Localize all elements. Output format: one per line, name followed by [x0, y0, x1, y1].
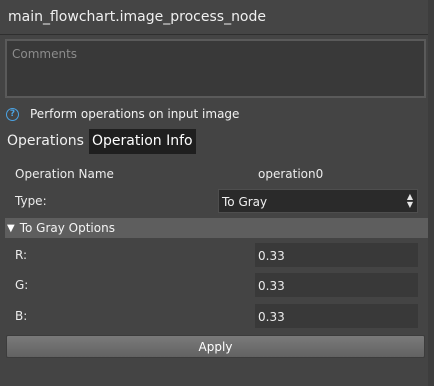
g-field-row: G: 0.33 — [0, 273, 434, 297]
type-select-value: To Gray — [222, 195, 268, 209]
tab-operation-info[interactable]: Operation Info — [88, 129, 196, 154]
panel-edge — [428, 0, 434, 386]
operation-name-value: operation0 — [258, 167, 324, 181]
apply-button[interactable]: Apply — [6, 335, 425, 358]
type-label: Type: — [15, 194, 47, 208]
type-row: Type: To Gray ▲ ▼ — [0, 189, 434, 213]
operation-name-label: Operation Name — [15, 167, 114, 181]
window-title: main_flowchart.image_process_node — [8, 9, 267, 25]
r-field-row: R: 0.33 — [0, 243, 434, 267]
collapse-triangle-icon[interactable]: ▼ — [7, 223, 15, 234]
title-bar: main_flowchart.image_process_node — [0, 0, 434, 35]
help-circle-icon[interactable]: ? — [6, 107, 19, 121]
b-label: B: — [15, 309, 28, 323]
help-text: Perform operations on input image — [30, 107, 240, 121]
tab-bar: Operations Operation Info — [4, 129, 196, 154]
section-title: To Gray Options — [19, 221, 115, 235]
comments-placeholder: Comments — [12, 47, 78, 61]
g-input[interactable]: 0.33 — [255, 273, 418, 297]
operation-name-row: Operation Name operation0 — [0, 162, 434, 186]
updown-arrows-icon: ▲ ▼ — [406, 192, 413, 209]
to-gray-options-header[interactable]: ▼ To Gray Options — [5, 218, 429, 238]
type-select[interactable]: To Gray ▲ ▼ — [218, 189, 418, 213]
b-field-row: B: 0.33 — [0, 304, 434, 328]
tab-operations[interactable]: Operations — [4, 129, 87, 154]
help-row: ? Perform operations on input image — [6, 106, 239, 122]
comments-field[interactable]: Comments — [5, 39, 426, 98]
r-input[interactable]: 0.33 — [255, 243, 418, 267]
r-label: R: — [15, 248, 28, 262]
b-input[interactable]: 0.33 — [255, 304, 418, 328]
g-label: G: — [15, 278, 29, 292]
